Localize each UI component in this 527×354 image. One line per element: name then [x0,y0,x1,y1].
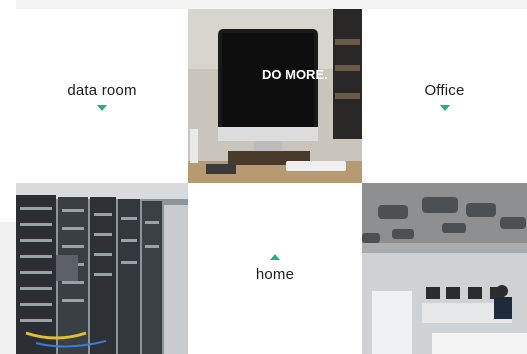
chevron-up-icon [270,254,280,260]
tile-home[interactable]: home [188,183,362,354]
workspace-photo: DO MORE. [188,9,362,183]
side-shade [0,222,16,354]
tile-home-label: home [255,266,295,283]
open-office-illustration [362,183,527,354]
header-strip [16,0,527,9]
server-room-photo [16,183,188,354]
tile-office[interactable]: Office [362,9,527,183]
workspace-illustration: DO MORE. [188,9,362,183]
tile-data-room[interactable]: data room [16,9,188,183]
tile-office-label: Office [424,81,465,99]
server-racks-illustration [16,183,188,354]
chevron-down-icon [439,104,450,111]
chevron-down-icon [97,104,107,111]
office-photo [362,183,527,354]
screen-text: DO MORE. [262,67,328,82]
tile-data-room-label: data room [67,81,137,99]
